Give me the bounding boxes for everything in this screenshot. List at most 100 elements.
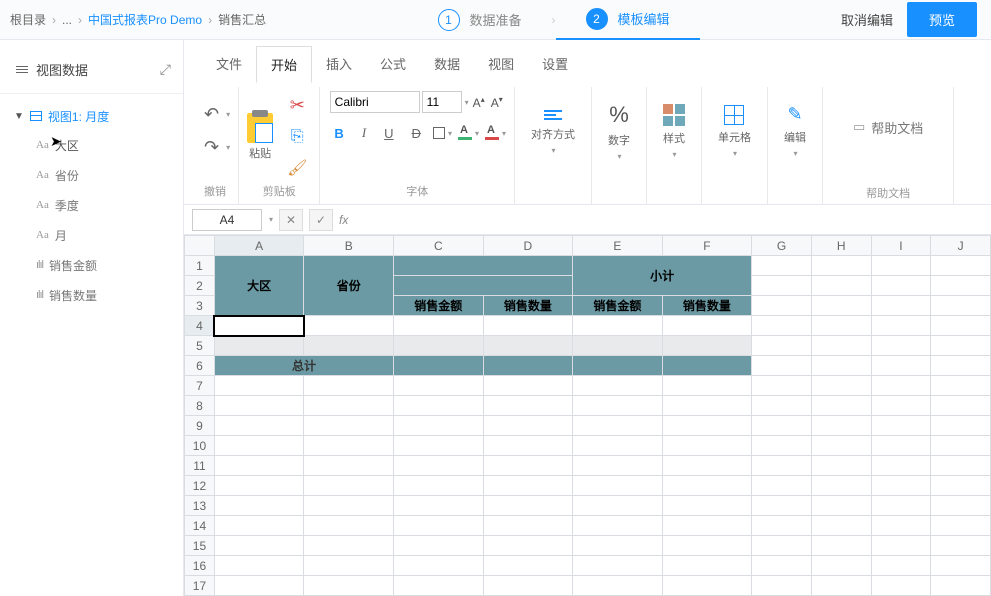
row-header-5[interactable]: 5	[185, 336, 215, 356]
breadcrumb: 根目录 › ... › 中国式报表Pro Demo › 销售汇总	[0, 11, 266, 28]
preview-button[interactable]: 预览	[907, 2, 977, 37]
field-sales-amount[interactable]: ılıl销售金额	[36, 250, 183, 280]
tab-file[interactable]: 文件	[202, 46, 256, 83]
tab-insert[interactable]: 插入	[312, 46, 366, 83]
crumb-project[interactable]: 中国式报表Pro Demo	[88, 11, 202, 28]
cell-A1[interactable]: 大区	[214, 256, 304, 316]
select-all-corner[interactable]	[185, 236, 215, 256]
alignment-button[interactable]: 对齐方式▾	[523, 102, 583, 161]
step-data-prep[interactable]: 1 数据准备	[408, 9, 552, 31]
cell-B1[interactable]: 省份	[304, 256, 394, 316]
row-header-11[interactable]: 11	[185, 456, 215, 476]
cut-button[interactable]: ✂	[283, 91, 311, 120]
col-header-J[interactable]: J	[931, 236, 991, 256]
font-color-button[interactable]	[485, 126, 499, 140]
help-button[interactable]: ▭ 帮助文档	[853, 118, 923, 137]
field-sales-qty[interactable]: ılıl销售数量	[36, 280, 183, 310]
font-size-select[interactable]	[422, 91, 462, 113]
font-family-select[interactable]	[330, 91, 420, 113]
cell-D3[interactable]: 销售数量	[483, 296, 573, 316]
bold-button[interactable]: B	[328, 122, 349, 145]
cell-C2[interactable]	[394, 276, 573, 296]
field-month[interactable]: Aa月	[36, 220, 183, 250]
col-header-B[interactable]: B	[304, 236, 394, 256]
border-button[interactable]	[433, 127, 445, 139]
redo-button[interactable]: ↷	[200, 133, 223, 162]
spreadsheet[interactable]: A B C D E F G H I J 1 大区 省份 小计 2	[184, 235, 991, 596]
paste-icon	[247, 113, 273, 143]
cell-A4-selected[interactable]	[214, 316, 304, 336]
tab-home[interactable]: 开始	[256, 46, 312, 83]
crumb-root[interactable]: 根目录	[10, 11, 46, 28]
tab-view[interactable]: 视图	[474, 46, 528, 83]
undo-dropdown[interactable]: ▾	[226, 110, 230, 119]
fx-confirm-button[interactable]: ✓	[309, 209, 333, 231]
crumb-ellipsis[interactable]: ...	[62, 13, 72, 27]
tab-formula[interactable]: 公式	[366, 46, 420, 83]
align-icon	[544, 108, 562, 122]
row-header-8[interactable]: 8	[185, 396, 215, 416]
col-header-E[interactable]: E	[573, 236, 663, 256]
expand-icon[interactable]: ⤢	[160, 61, 171, 78]
col-header-A[interactable]: A	[214, 236, 304, 256]
font-size-down-button[interactable]: A▾	[489, 93, 505, 112]
font-size-up-button[interactable]: A▴	[471, 93, 487, 112]
row-header-12[interactable]: 12	[185, 476, 215, 496]
styles-button[interactable]: 样式▾	[655, 98, 693, 165]
strike-button[interactable]: D	[406, 122, 427, 145]
name-box-dropdown[interactable]: ▾	[269, 215, 273, 224]
row-header-16[interactable]: 16	[185, 556, 215, 576]
col-header-D[interactable]: D	[483, 236, 573, 256]
formula-input[interactable]	[354, 209, 981, 231]
row-header-3[interactable]: 3	[185, 296, 215, 316]
row-header-10[interactable]: 10	[185, 436, 215, 456]
ribbon-tabs: 文件 开始 插入 公式 数据 视图 设置	[184, 40, 991, 83]
field-region[interactable]: ➤ Aa大区	[36, 130, 183, 160]
tab-data[interactable]: 数据	[420, 46, 474, 83]
step-template-edit[interactable]: 2 模板编辑	[556, 0, 700, 40]
row-header-17[interactable]: 17	[185, 576, 215, 596]
sidebar: 视图数据 ⤢ ▼ 视图1: 月度 ➤ Aa大区 Aa省份 Aa季度 Aa月 ıl…	[0, 40, 184, 596]
row-header-4[interactable]: 4	[185, 316, 215, 336]
italic-button[interactable]: I	[356, 121, 372, 145]
row-header-1[interactable]: 1	[185, 256, 215, 276]
row-header-9[interactable]: 9	[185, 416, 215, 436]
undo-button[interactable]: ↶	[200, 100, 223, 129]
row-header-15[interactable]: 15	[185, 536, 215, 556]
copy-button[interactable]: ⎘	[283, 124, 311, 150]
tab-settings[interactable]: 设置	[528, 46, 582, 83]
col-header-G[interactable]: G	[752, 236, 812, 256]
row-header-6[interactable]: 6	[185, 356, 215, 376]
cell-C3[interactable]: 销售金额	[394, 296, 484, 316]
underline-button[interactable]: U	[378, 122, 399, 145]
col-header-F[interactable]: F	[662, 236, 752, 256]
paste-button[interactable]: 粘贴	[247, 113, 273, 161]
format-painter-button[interactable]: 🖌	[283, 154, 311, 182]
cell-C1[interactable]	[394, 256, 573, 276]
fx-cancel-button[interactable]: ✕	[279, 209, 303, 231]
cell-F3[interactable]: 销售数量	[662, 296, 752, 316]
col-header-I[interactable]: I	[871, 236, 931, 256]
field-province[interactable]: Aa省份	[36, 160, 183, 190]
cell-A6[interactable]: 总计	[214, 356, 393, 376]
row-header-14[interactable]: 14	[185, 516, 215, 536]
edit-button[interactable]: ✎ 编辑▾	[776, 98, 814, 164]
fill-color-button[interactable]	[458, 126, 472, 140]
row-header-13[interactable]: 13	[185, 496, 215, 516]
percent-icon: %	[609, 102, 629, 128]
cell-reference-box[interactable]: A4	[192, 209, 262, 231]
redo-dropdown[interactable]: ▾	[226, 143, 230, 152]
cells-button[interactable]: 单元格▾	[710, 99, 759, 164]
caret-down-icon: ▼	[14, 111, 24, 122]
tree-view-1[interactable]: ▼ 视图1: 月度	[14, 102, 183, 130]
cancel-edit-button[interactable]: 取消编辑	[841, 10, 893, 29]
cell-E1[interactable]: 小计	[573, 256, 752, 296]
number-format-button[interactable]: % 数字▾	[600, 96, 638, 167]
col-header-C[interactable]: C	[394, 236, 484, 256]
menu-icon	[16, 66, 28, 73]
col-header-H[interactable]: H	[811, 236, 871, 256]
row-header-2[interactable]: 2	[185, 276, 215, 296]
cell-E3[interactable]: 销售金额	[573, 296, 663, 316]
row-header-7[interactable]: 7	[185, 376, 215, 396]
field-quarter[interactable]: Aa季度	[36, 190, 183, 220]
